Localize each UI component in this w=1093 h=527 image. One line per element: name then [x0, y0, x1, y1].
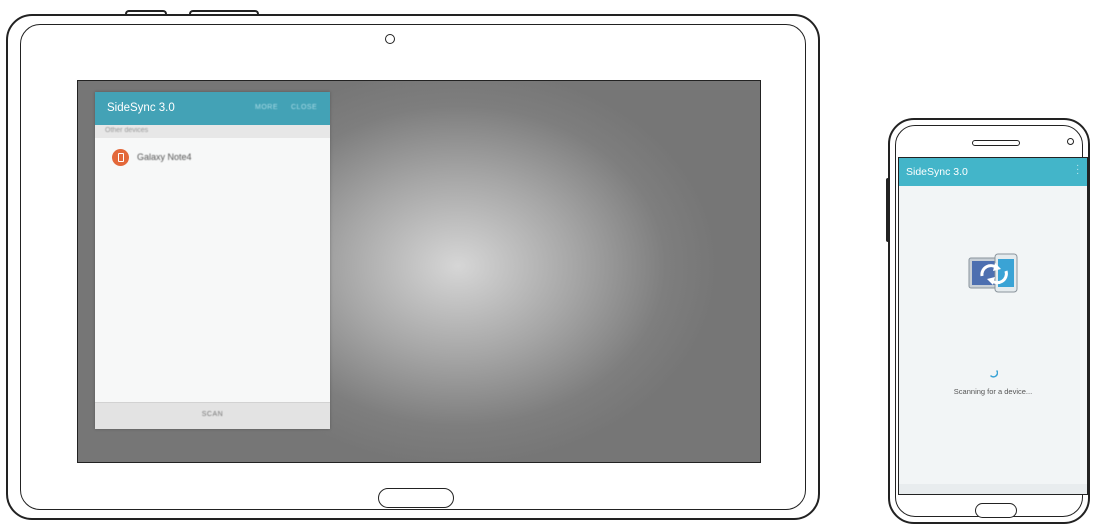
- device-list-item[interactable]: Galaxy Note4: [95, 148, 330, 170]
- scan-button[interactable]: SCAN: [95, 402, 330, 429]
- tablet-app-header: SideSync 3.0 MORE CLOSE: [95, 92, 330, 125]
- sidesync-logo-icon: [968, 253, 1018, 293]
- loading-spinner-icon: [990, 370, 998, 378]
- phone-app-header: SideSync 3.0 · · ·: [899, 158, 1087, 186]
- phone-speaker: [972, 140, 1020, 146]
- app-title: SideSync 3.0: [107, 102, 175, 114]
- phone-icon: [112, 149, 129, 166]
- device-name: Galaxy Note4: [137, 152, 192, 162]
- scan-button-label: SCAN: [201, 411, 224, 418]
- phone-bottom-bar: [899, 484, 1087, 494]
- scanning-status-text: Scanning for a device...: [953, 387, 1033, 396]
- tablet-screen: SideSync 3.0 MORE CLOSE Other devices Ga…: [77, 80, 761, 463]
- phone-home-button[interactable]: [975, 503, 1017, 518]
- section-label: Other devices: [105, 127, 149, 134]
- tablet-camera: [385, 34, 395, 44]
- overflow-menu-icon[interactable]: · · ·: [1076, 161, 1079, 179]
- phone-screen: SideSync 3.0 · · · Scanning for a device..…: [898, 157, 1088, 495]
- tablet-home-button[interactable]: [378, 488, 454, 508]
- sidesync-tablet-panel: SideSync 3.0 MORE CLOSE Other devices Ga…: [95, 92, 330, 429]
- section-header: Other devices: [95, 125, 330, 138]
- phone-camera: [1067, 138, 1074, 145]
- more-button[interactable]: MORE: [255, 104, 278, 111]
- app-title: SideSync 3.0: [906, 166, 968, 178]
- close-button[interactable]: CLOSE: [291, 104, 317, 111]
